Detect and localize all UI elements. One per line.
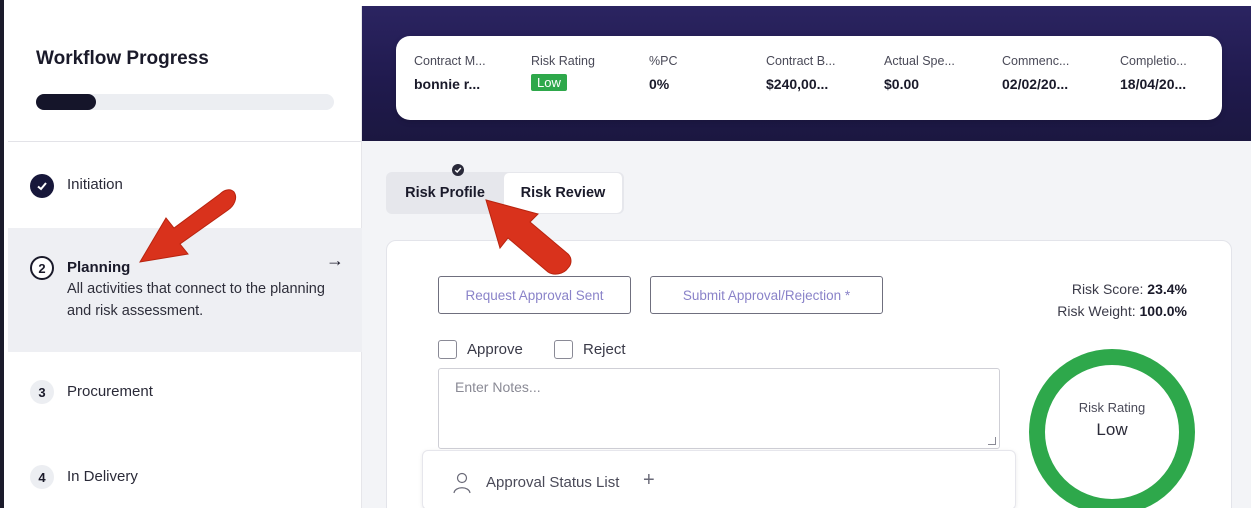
step-number: 4: [30, 465, 54, 489]
risk-score-line: Risk Score: 23.4%: [1057, 278, 1187, 300]
risk-weight-value: 100.0%: [1139, 303, 1187, 319]
summary-commencement: Commenc... 02/02/20...: [1002, 54, 1069, 92]
step-description: All activities that connect to the plann…: [67, 281, 325, 319]
sidebar-divider: [8, 141, 362, 142]
summary-value: 0%: [649, 76, 670, 92]
summary-label: Contract M...: [414, 54, 486, 68]
workflow-title: Workflow Progress: [36, 48, 209, 69]
checkbox-box[interactable]: [438, 340, 457, 359]
approve-label: Approve: [467, 341, 523, 358]
step-label: In Delivery: [67, 468, 138, 485]
step-label: Procurement: [67, 383, 153, 400]
step-number: 3: [30, 380, 54, 404]
summary-label: Actual Spe...: [884, 54, 955, 68]
tab-risk-profile[interactable]: Risk Profile: [388, 173, 502, 213]
request-approval-button[interactable]: Request Approval Sent: [438, 276, 631, 314]
tab-complete-check-icon: [452, 164, 464, 176]
risk-score-value: 23.4%: [1147, 281, 1187, 297]
summary-label: Commenc...: [1002, 54, 1070, 68]
summary-contract-budget: Contract B... $240,00...: [766, 54, 835, 92]
summary-label: Completio...: [1120, 54, 1187, 68]
risk-rating-badge: Low: [531, 74, 567, 91]
summary-value: bonnie r...: [414, 76, 481, 92]
submit-approval-button[interactable]: Submit Approval/Rejection *: [650, 276, 883, 314]
notes-textarea[interactable]: Enter Notes...: [438, 368, 1000, 449]
step-number: 2: [30, 256, 54, 280]
donut-rating-value: Low: [1096, 420, 1128, 439]
workflow-progress-bar: [36, 94, 334, 110]
notes-placeholder: Enter Notes...: [455, 379, 541, 395]
step-label: Planning: [67, 259, 131, 276]
approve-checkbox[interactable]: Approve: [438, 340, 523, 359]
summary-risk-rating: Risk Rating Low: [531, 54, 595, 92]
workflow-progress-fill: [36, 94, 96, 110]
add-approval-plus-icon[interactable]: +: [643, 469, 655, 492]
risk-score-block: Risk Score: 23.4% Risk Weight: 100.0%: [1057, 278, 1187, 322]
left-edge: [0, 0, 4, 508]
summary-value: 18/04/20...: [1120, 76, 1187, 92]
risk-weight-label: Risk Weight:: [1057, 303, 1136, 319]
contract-summary-card: Contract M... bonnie r... Risk Rating Lo…: [396, 36, 1222, 120]
risk-weight-line: Risk Weight: 100.0%: [1057, 300, 1187, 322]
summary-percent-complete: %PC 0%: [649, 54, 677, 92]
summary-value: 02/02/20...: [1002, 76, 1069, 92]
reject-label: Reject: [583, 341, 626, 358]
checkbox-box[interactable]: [554, 340, 573, 359]
user-icon: [453, 472, 471, 494]
step-planning[interactable]: 2 Planning All activities that connect t…: [8, 228, 362, 352]
step-label: Initiation: [67, 176, 123, 193]
resize-handle-icon[interactable]: [988, 437, 996, 445]
summary-value: $240,00...: [766, 76, 829, 92]
risk-score-label: Risk Score:: [1071, 281, 1144, 297]
step-procurement[interactable]: 3 Procurement: [8, 352, 362, 437]
summary-label: %PC: [649, 54, 678, 68]
summary-value: $0.00: [884, 76, 920, 92]
summary-actual-spend: Actual Spe... $0.00: [884, 54, 955, 92]
arrow-right-icon[interactable]: →: [326, 250, 344, 271]
reject-checkbox[interactable]: Reject: [554, 340, 626, 359]
step-initiation[interactable]: Initiation: [8, 143, 362, 228]
step-in-delivery[interactable]: 4 In Delivery: [8, 437, 362, 508]
summary-label: Contract B...: [766, 54, 836, 68]
summary-completion: Completio... 18/04/20...: [1120, 54, 1187, 92]
check-icon: [30, 174, 54, 198]
summary-contract-manager: Contract M... bonnie r...: [414, 54, 486, 92]
tab-risk-review[interactable]: Risk Review: [504, 173, 622, 213]
donut-rating-label: Risk Rating: [1078, 400, 1146, 415]
summary-label: Risk Rating: [531, 54, 595, 68]
approval-status-label[interactable]: Approval Status List: [486, 474, 619, 491]
workflow-sidebar: Workflow Progress Initiation 2 Planning …: [8, 6, 362, 508]
